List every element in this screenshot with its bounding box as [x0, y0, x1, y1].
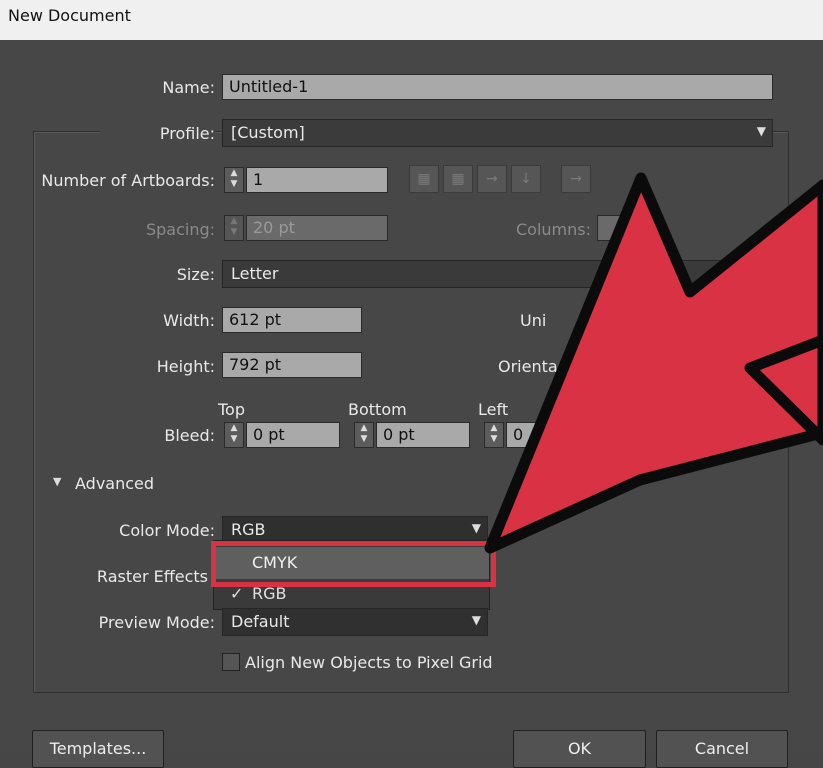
red-arrow-shape [484, 172, 823, 554]
annotation-arrow [484, 172, 823, 554]
